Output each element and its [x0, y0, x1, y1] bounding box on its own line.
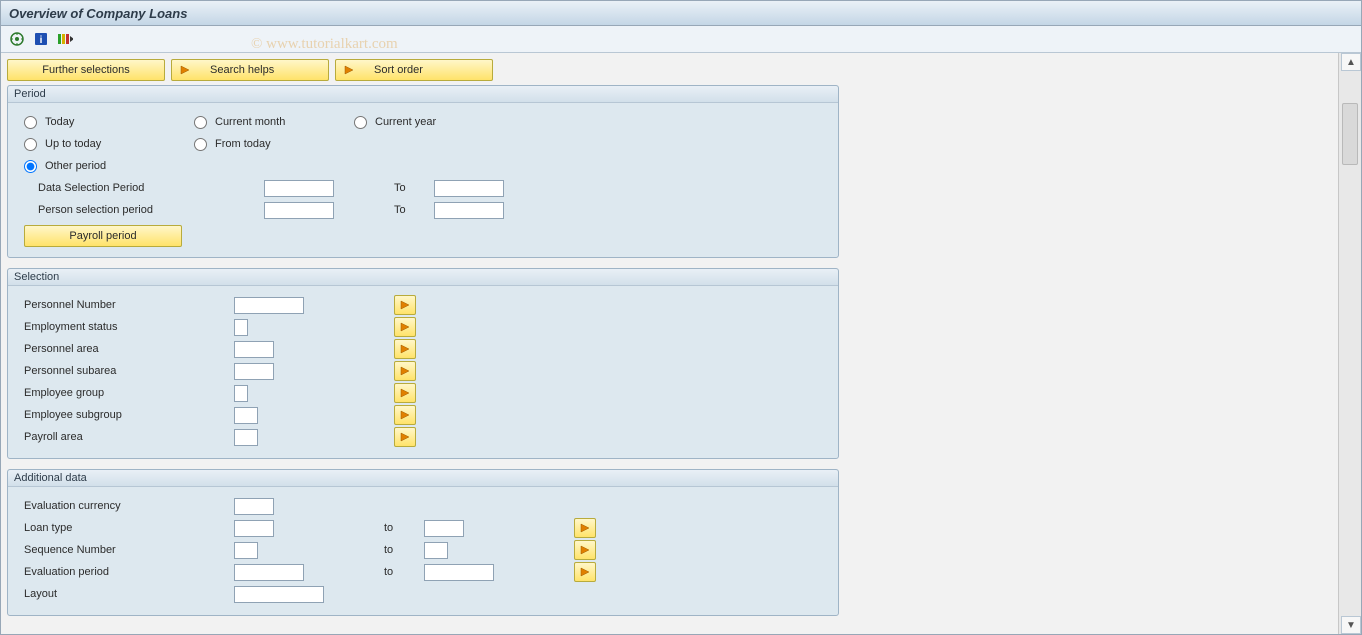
sequence-number-from-input[interactable] [234, 542, 258, 559]
content-area: Further selections Search helps Sort ord… [1, 53, 1339, 634]
loan-type-to-input[interactable] [424, 520, 464, 537]
field-label: Loan type [24, 522, 234, 534]
scroll-up-icon[interactable]: ▲ [1341, 53, 1361, 71]
employment-status-multi-button[interactable] [394, 317, 416, 337]
field-label: Person selection period [24, 204, 224, 216]
employee-subgroup-multi-button[interactable] [394, 405, 416, 425]
scroll-down-icon[interactable]: ▼ [1341, 616, 1361, 634]
sequence-number-multi-button[interactable] [574, 540, 596, 560]
title-bar: Overview of Company Loans [1, 1, 1361, 26]
field-label: Employee group [24, 387, 234, 399]
svg-text:i: i [40, 35, 43, 46]
button-label: Further selections [42, 64, 129, 76]
app-toolbar: i [1, 26, 1361, 53]
arrow-right-icon [342, 63, 356, 77]
evaluation-period-from-input[interactable] [234, 564, 304, 581]
group-legend: Selection [8, 269, 838, 286]
radio-label: Up to today [45, 138, 101, 150]
data-selection-from-input[interactable] [264, 180, 334, 197]
payroll-area-multi-button[interactable] [394, 427, 416, 447]
vertical-scrollbar[interactable]: ▲ ▼ [1338, 53, 1361, 634]
field-label: Sequence Number [24, 544, 234, 556]
current-month-radio[interactable] [194, 116, 207, 129]
employment-status-input[interactable] [234, 319, 248, 336]
to-label: to [384, 566, 424, 578]
field-label: Employee subgroup [24, 409, 234, 421]
to-label: To [394, 204, 434, 216]
evaluation-currency-input[interactable] [234, 498, 274, 515]
to-label: to [384, 544, 424, 556]
field-label: Data Selection Period [24, 182, 224, 194]
field-label: Personnel subarea [24, 365, 234, 377]
button-label: Sort order [374, 64, 423, 76]
further-selections-button[interactable]: Further selections [7, 59, 165, 81]
field-label: Evaluation currency [24, 500, 234, 512]
up-to-today-radio[interactable] [24, 138, 37, 151]
button-label: Search helps [210, 64, 274, 76]
field-label: Layout [24, 588, 234, 600]
to-label: to [384, 522, 424, 534]
personnel-subarea-input[interactable] [234, 363, 274, 380]
personnel-number-multi-button[interactable] [394, 295, 416, 315]
personnel-area-multi-button[interactable] [394, 339, 416, 359]
radio-label: Current month [215, 116, 285, 128]
radio-label: Today [45, 116, 74, 128]
personnel-area-input[interactable] [234, 341, 274, 358]
group-legend: Additional data [8, 470, 838, 487]
sort-order-button[interactable]: Sort order [335, 59, 493, 81]
personnel-number-input[interactable] [234, 297, 304, 314]
loan-type-multi-button[interactable] [574, 518, 596, 538]
person-selection-to-input[interactable] [434, 202, 504, 219]
selection-group: Selection Personnel Number Employment st… [7, 268, 839, 459]
variant-icon[interactable] [57, 31, 73, 47]
action-button-row: Further selections Search helps Sort ord… [7, 59, 1333, 81]
search-helps-button[interactable]: Search helps [171, 59, 329, 81]
employee-group-multi-button[interactable] [394, 383, 416, 403]
arrow-right-icon [178, 63, 192, 77]
execute-icon[interactable] [9, 31, 25, 47]
app-window: Overview of Company Loans i © www.tutori… [0, 0, 1362, 635]
today-radio[interactable] [24, 116, 37, 129]
payroll-period-button[interactable]: Payroll period [24, 225, 182, 247]
layout-input[interactable] [234, 586, 324, 603]
data-selection-to-input[interactable] [434, 180, 504, 197]
employee-group-input[interactable] [234, 385, 248, 402]
field-label: Employment status [24, 321, 234, 333]
loan-type-from-input[interactable] [234, 520, 274, 537]
page-title: Overview of Company Loans [9, 6, 187, 21]
other-period-radio[interactable] [24, 160, 37, 173]
employee-subgroup-input[interactable] [234, 407, 258, 424]
additional-data-group: Additional data Evaluation currency Loan… [7, 469, 839, 616]
info-icon[interactable]: i [33, 31, 49, 47]
period-group: Period Today Current month Current year [7, 85, 839, 258]
group-legend: Period [8, 86, 838, 103]
personnel-subarea-multi-button[interactable] [394, 361, 416, 381]
radio-label: From today [215, 138, 271, 150]
scroll-thumb[interactable] [1342, 103, 1358, 165]
current-year-radio[interactable] [354, 116, 367, 129]
to-label: To [394, 182, 434, 194]
radio-label: Other period [45, 160, 106, 172]
field-label: Personnel area [24, 343, 234, 355]
field-label: Payroll area [24, 431, 234, 443]
field-label: Personnel Number [24, 299, 234, 311]
button-label: Payroll period [69, 230, 136, 242]
field-label: Evaluation period [24, 566, 234, 578]
person-selection-from-input[interactable] [264, 202, 334, 219]
payroll-area-input[interactable] [234, 429, 258, 446]
evaluation-period-multi-button[interactable] [574, 562, 596, 582]
sequence-number-to-input[interactable] [424, 542, 448, 559]
radio-label: Current year [375, 116, 436, 128]
from-today-radio[interactable] [194, 138, 207, 151]
evaluation-period-to-input[interactable] [424, 564, 494, 581]
